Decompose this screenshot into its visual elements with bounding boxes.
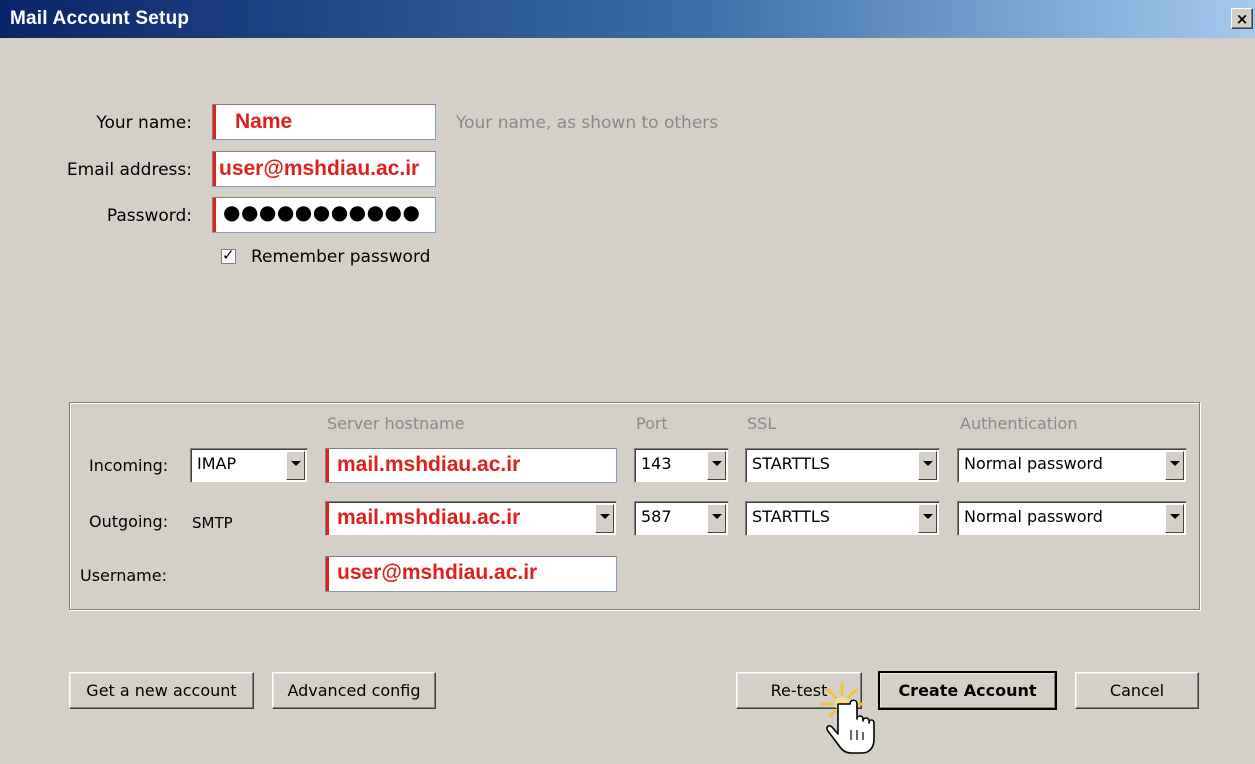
username-label: Username: <box>80 566 167 585</box>
remember-password-checkbox[interactable]: ✓ <box>221 246 236 264</box>
auth-header: Authentication <box>960 414 1078 433</box>
port-header: Port <box>636 414 668 433</box>
username-field[interactable]: user@mshdiau.ac.ir <box>325 556 617 592</box>
outgoing-label: Outgoing: <box>89 512 169 531</box>
password-field[interactable]: ●●●●●●●●●●● <box>212 197 436 233</box>
field-highlight <box>326 449 329 482</box>
outgoing-ssl-select[interactable]: STARTTLS <box>745 501 940 536</box>
chevron-down-icon[interactable] <box>595 504 614 533</box>
incoming-port-value: 143 <box>641 454 672 473</box>
ssl-header: SSL <box>747 414 777 433</box>
incoming-port-select[interactable]: 143 <box>634 448 729 483</box>
outgoing-auth-select[interactable]: Normal password <box>957 501 1187 536</box>
email-label: Email address: <box>66 160 192 180</box>
chevron-down-icon[interactable] <box>707 504 726 533</box>
incoming-ssl-select[interactable]: STARTTLS <box>745 448 940 483</box>
outgoing-port-select[interactable]: 587 <box>634 501 729 536</box>
field-highlight <box>213 198 216 232</box>
email-value: user@mshdiau.ac.ir <box>219 157 420 180</box>
your-name-label: Your name: <box>96 113 192 133</box>
chevron-down-icon[interactable] <box>918 451 937 480</box>
title-bar: Mail Account Setup × <box>0 0 1255 38</box>
hand-cursor-icon <box>820 682 875 754</box>
outgoing-hostname-combo[interactable]: mail.mshdiau.ac.ir <box>325 501 617 536</box>
close-button[interactable]: × <box>1231 8 1253 29</box>
check-icon: ✓ <box>222 246 235 264</box>
incoming-auth-value: Normal password <box>964 454 1103 473</box>
outgoing-hostname-value: mail.mshdiau.ac.ir <box>337 506 521 529</box>
password-label: Password: <box>106 206 192 226</box>
password-value: ●●●●●●●●●●● <box>223 200 421 224</box>
create-account-button[interactable]: Create Account <box>878 671 1057 710</box>
username-value: user@mshdiau.ac.ir <box>337 561 538 584</box>
field-highlight <box>213 105 216 139</box>
cancel-button[interactable]: Cancel <box>1075 672 1199 709</box>
your-name-hint: Your name, as shown to others <box>456 113 719 133</box>
field-highlight <box>326 502 329 535</box>
incoming-auth-select[interactable]: Normal password <box>957 448 1187 483</box>
incoming-protocol-select[interactable]: IMAP <box>190 448 308 483</box>
chevron-down-icon[interactable] <box>707 451 726 480</box>
window-title: Mail Account Setup <box>10 8 190 29</box>
your-name-field[interactable]: Name <box>212 104 436 140</box>
outgoing-auth-value: Normal password <box>964 507 1103 526</box>
remember-password-label: Remember password <box>251 247 431 267</box>
outgoing-port-value: 587 <box>641 507 672 526</box>
outgoing-ssl-value: STARTTLS <box>752 507 830 526</box>
outgoing-protocol: SMTP <box>192 514 233 532</box>
incoming-protocol-value: IMAP <box>197 454 237 473</box>
chevron-down-icon[interactable] <box>286 451 305 480</box>
chevron-down-icon[interactable] <box>1165 504 1184 533</box>
incoming-hostname-value: mail.mshdiau.ac.ir <box>337 453 521 476</box>
get-new-account-button[interactable]: Get a new account <box>69 672 254 709</box>
your-name-value: Name <box>235 110 293 133</box>
chevron-down-icon[interactable] <box>1165 451 1184 480</box>
incoming-ssl-value: STARTTLS <box>752 454 830 473</box>
incoming-label: Incoming: <box>89 456 169 475</box>
incoming-hostname-field[interactable]: mail.mshdiau.ac.ir <box>325 448 617 483</box>
field-highlight <box>326 557 329 591</box>
email-field[interactable]: user@mshdiau.ac.ir <box>212 151 436 187</box>
chevron-down-icon[interactable] <box>918 504 937 533</box>
field-highlight <box>213 152 216 186</box>
advanced-config-button[interactable]: Advanced config <box>272 672 436 709</box>
hostname-header: Server hostname <box>327 414 465 433</box>
